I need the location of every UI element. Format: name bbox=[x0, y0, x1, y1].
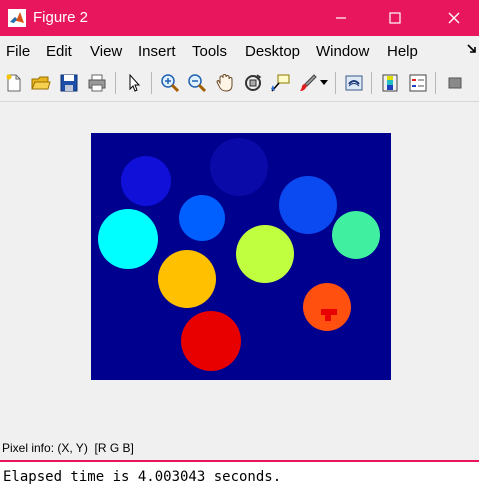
object-blob bbox=[332, 211, 380, 259]
figure-canvas: Pixel info: (X, Y) [R G B] bbox=[0, 102, 479, 460]
pan-icon[interactable] bbox=[213, 71, 237, 95]
brush-icon[interactable] bbox=[296, 71, 320, 95]
menu-edit[interactable]: Edit bbox=[46, 43, 72, 60]
figure-toolbar bbox=[0, 66, 479, 102]
object-blob bbox=[98, 209, 158, 269]
toolbar-separator bbox=[335, 72, 336, 94]
menu-file[interactable]: File bbox=[6, 43, 30, 60]
object-blob-artifact bbox=[321, 309, 337, 315]
object-blob bbox=[210, 138, 268, 196]
menu-window[interactable]: Window bbox=[316, 43, 369, 60]
menu-view[interactable]: View bbox=[90, 43, 122, 60]
rotate-3d-icon[interactable] bbox=[241, 71, 265, 95]
zoom-in-icon[interactable] bbox=[158, 71, 182, 95]
close-button[interactable] bbox=[431, 0, 477, 36]
print-icon[interactable] bbox=[85, 71, 109, 95]
title-bar: Figure 2 bbox=[0, 0, 479, 36]
object-blob bbox=[179, 195, 225, 241]
menu-help[interactable]: Help bbox=[387, 43, 418, 60]
pixel-info-label: Pixel info: (X, Y) [R G B] bbox=[2, 441, 134, 455]
object-blob bbox=[279, 176, 337, 234]
toolbar-separator bbox=[371, 72, 372, 94]
object-blob bbox=[158, 250, 216, 308]
object-blob-artifact bbox=[325, 315, 331, 321]
minimize-button[interactable] bbox=[318, 0, 364, 36]
data-cursor-icon[interactable] bbox=[268, 71, 292, 95]
maximize-icon bbox=[389, 12, 401, 24]
command-window[interactable]: Elapsed time is 4.003043 seconds. bbox=[0, 462, 479, 492]
hide-plot-tools-icon[interactable] bbox=[443, 71, 467, 95]
dock-figure-icon[interactable] bbox=[466, 42, 478, 60]
image-axes[interactable] bbox=[91, 133, 391, 380]
close-icon bbox=[448, 12, 460, 24]
object-blob bbox=[121, 156, 171, 206]
toolbar-separator bbox=[435, 72, 436, 94]
save-icon[interactable] bbox=[57, 71, 81, 95]
menu-bar: File Edit View Insert Tools Desktop Wind… bbox=[0, 36, 479, 66]
colorbar-icon[interactable] bbox=[378, 71, 402, 95]
zoom-out-icon[interactable] bbox=[185, 71, 209, 95]
menu-tools[interactable]: Tools bbox=[192, 43, 227, 60]
object-blob bbox=[181, 311, 241, 371]
command-output: Elapsed time is 4.003043 seconds. bbox=[3, 469, 282, 485]
object-blob bbox=[303, 283, 351, 331]
brush-dropdown-icon[interactable] bbox=[318, 71, 330, 95]
minimize-icon bbox=[335, 12, 347, 24]
menu-insert[interactable]: Insert bbox=[138, 43, 176, 60]
link-plot-icon[interactable] bbox=[342, 71, 366, 95]
open-file-icon[interactable] bbox=[29, 71, 53, 95]
maximize-button[interactable] bbox=[372, 0, 418, 36]
object-blob bbox=[236, 225, 294, 283]
matlab-logo-icon bbox=[8, 9, 26, 27]
toolbar-separator bbox=[115, 72, 116, 94]
new-figure-icon[interactable] bbox=[2, 71, 26, 95]
menu-desktop[interactable]: Desktop bbox=[245, 43, 300, 60]
legend-icon[interactable] bbox=[406, 71, 430, 95]
labeled-image bbox=[91, 133, 391, 380]
toolbar-separator bbox=[151, 72, 152, 94]
window-title: Figure 2 bbox=[33, 9, 89, 26]
pointer-icon[interactable] bbox=[122, 71, 146, 95]
